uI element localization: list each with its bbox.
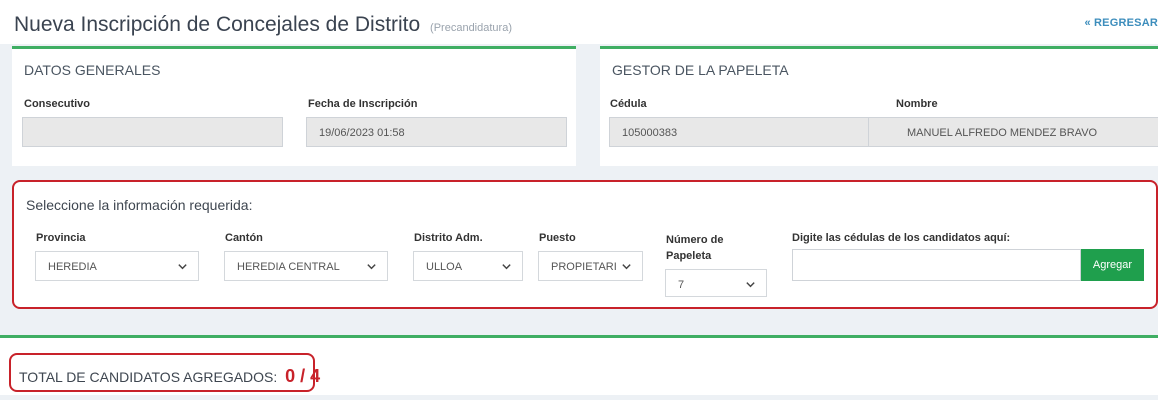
canton-value: HEREDIA CENTRAL [237,261,340,273]
cedulas-candidatos-label: Digite las cédulas de los candidatos aqu… [792,232,1011,244]
papeleta-select[interactable]: 7 [665,269,767,297]
consecutivo-label: Consecutivo [24,98,91,110]
chevron-down-icon [178,264,187,270]
consecutivo-field[interactable] [22,117,283,147]
papeleta-value: 7 [678,279,685,291]
cedula-field[interactable]: 105000383 [609,117,869,147]
fecha-inscripcion-label: Fecha de Inscripción [308,98,418,110]
total-candidatos-text: TOTAL DE CANDIDATOS AGREGADOS: [19,369,278,385]
puesto-label: Puesto [539,232,576,244]
provincia-select[interactable]: HEREDIA [35,251,199,281]
distrito-select[interactable]: ULLOA [413,251,523,281]
gestor-papeleta-panel: GESTOR DE LA PAPELETA Cédula 105000383 N… [600,46,1158,166]
nombre-label: Nombre [896,98,938,110]
chevron-down-icon [502,264,511,270]
nombre-field[interactable]: MANUEL ALFREDO MENDEZ BRAVO [868,117,1158,147]
provincia-value: HEREDIA [48,261,97,273]
fecha-inscripcion-field[interactable]: 19/06/2023 01:58 [306,117,567,147]
total-candidatos-label: TOTAL DE CANDIDATOS AGREGADOS: 0 / 4 [19,366,320,387]
cedulas-candidatos-input[interactable] [792,249,1081,281]
page-title: Nueva Inscripción de Concejales de Distr… [14,13,512,37]
chevron-down-icon [622,264,631,270]
agregar-button[interactable]: Agregar [1081,249,1144,281]
distrito-value: ULLOA [426,261,463,273]
cedula-label: Cédula [610,98,647,110]
provincia-label: Provincia [36,232,86,244]
page-subtitle: (Precandidatura) [430,22,512,34]
page-header: Nueva Inscripción de Concejales de Distr… [0,0,1158,44]
puesto-select[interactable]: PROPIETARI [538,251,643,281]
total-candidatos-box: TOTAL DE CANDIDATOS AGREGADOS: 0 / 4 [9,353,320,392]
canton-label: Cantón [225,232,263,244]
chevron-down-icon [367,264,376,270]
papeleta-label-line1: Número de [666,234,724,246]
total-candidatos-count: 0 / 4 [285,366,321,386]
puesto-value: PROPIETARI [551,261,617,273]
papeleta-label: Número de Papeleta [666,232,723,264]
seleccion-heading: Seleccione la información requerida: [26,197,253,213]
chevron-down-icon [746,282,755,288]
papeleta-label-line2: Papeleta [666,250,712,262]
page-title-text: Nueva Inscripción de Concejales de Distr… [14,13,421,36]
distrito-label: Distrito Adm. [414,232,483,244]
seleccion-panel: Seleccione la información requerida: Pro… [12,180,1158,309]
gestor-papeleta-title: GESTOR DE LA PAPELETA [612,62,789,78]
canton-select[interactable]: HEREDIA CENTRAL [224,251,388,281]
datos-generales-title: DATOS GENERALES [24,62,161,78]
datos-generales-panel: DATOS GENERALES Consecutivo Fecha de Ins… [12,46,576,166]
back-link[interactable]: « REGRESAR [1084,17,1158,29]
total-panel: TOTAL DE CANDIDATOS AGREGADOS: 0 / 4 [0,335,1158,395]
